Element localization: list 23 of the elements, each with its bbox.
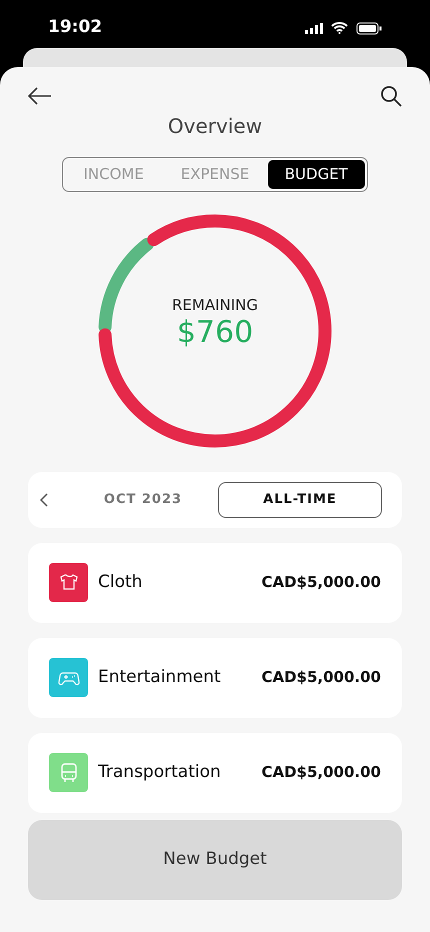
budget-amount: CAD$5,000.00 bbox=[261, 667, 381, 688]
category-name: Cloth bbox=[98, 570, 142, 594]
signal-icon bbox=[305, 22, 323, 34]
category-name: Entertainment bbox=[98, 666, 221, 689]
budget-card[interactable]: Cloth CAD$5,000.00 bbox=[28, 542, 402, 622]
chevron-left-icon[interactable] bbox=[40, 492, 48, 506]
remaining-amount: $760 bbox=[176, 316, 254, 349]
period-option[interactable]: OCT 2023 bbox=[68, 482, 218, 518]
budget-card[interactable]: Entertainment CAD$5,000.00 bbox=[28, 638, 402, 718]
wifi-icon bbox=[331, 22, 348, 34]
category-name: Transportation bbox=[98, 760, 221, 784]
budget-amount: CAD$5,000.00 bbox=[261, 762, 381, 784]
new-budget-button[interactable]: New Budget bbox=[28, 820, 402, 900]
back-icon[interactable] bbox=[28, 87, 52, 105]
tab[interactable]: BUDGET bbox=[268, 160, 365, 188]
page-title: Overview bbox=[166, 113, 264, 140]
period-option[interactable]: ALL-TIME bbox=[218, 482, 382, 518]
budget-card[interactable]: Transportation CAD$5,000.00 bbox=[28, 732, 402, 812]
status-time: 19:02 bbox=[48, 16, 102, 40]
ring-label: REMAINING bbox=[170, 294, 259, 316]
battery-icon bbox=[356, 22, 382, 34]
budget-amount: CAD$5,000.00 bbox=[261, 572, 381, 594]
search-icon[interactable] bbox=[380, 85, 402, 107]
